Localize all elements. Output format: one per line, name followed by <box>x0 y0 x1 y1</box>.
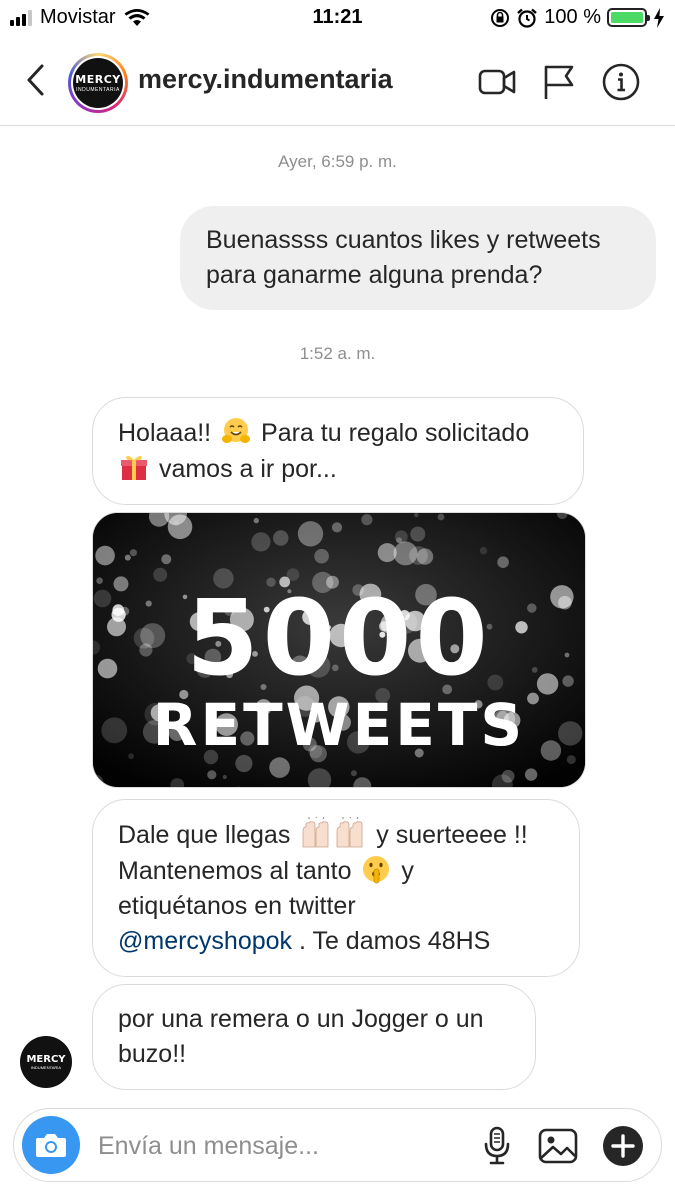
message-text: etiquétanos en twitter <box>118 892 356 920</box>
image-small-text: RETWEETS <box>152 691 526 759</box>
flag-icon[interactable] <box>539 62 579 102</box>
brand-logo: MERCY INDUMENTARIA <box>73 58 123 108</box>
shushing-face-emoji <box>363 856 390 884</box>
bokeh-dot <box>479 546 488 555</box>
bokeh-dot <box>129 549 137 557</box>
status-bar: Movistar 11:21 100 % <box>0 0 675 36</box>
bokeh-dot <box>414 513 419 518</box>
bokeh-dot <box>350 770 357 777</box>
bokeh-dot <box>524 768 538 781</box>
message-text: Dale que llegas <box>118 821 291 849</box>
message-text: Buenassss cuantos likes y retweets <box>206 226 601 254</box>
bokeh-dot <box>501 769 515 783</box>
message-text: y suerteeee !! <box>376 821 528 849</box>
image-big-text: 5000 <box>186 577 492 699</box>
bokeh-dot <box>361 514 373 526</box>
received-message[interactable]: Dale que llegas y suerteeee !! Mantenemo… <box>92 799 580 977</box>
gallery-icon[interactable] <box>537 1125 579 1167</box>
bokeh-dot <box>273 530 289 546</box>
message-text: para ganarme alguna prenda? <box>206 261 543 289</box>
battery-level <box>611 12 643 23</box>
message-text: por una remera o un Jogger o un <box>118 1005 484 1033</box>
message-text: y <box>401 857 414 885</box>
rotation-lock-icon <box>491 8 510 27</box>
hugging-face-emoji <box>222 418 251 443</box>
message-text: Mantenemos al tanto <box>118 857 352 885</box>
bokeh-dot <box>437 513 445 521</box>
message-text: buzo!! <box>118 1040 187 1068</box>
alarm-icon <box>517 8 538 28</box>
bokeh-dot <box>95 545 115 566</box>
sender-avatar[interactable]: MERCY INDUMENTARIA <box>20 1036 72 1088</box>
bokeh-dot <box>161 554 172 565</box>
message-text: . Te damos 48HS <box>299 927 491 955</box>
camera-icon <box>36 1134 66 1157</box>
back-arrow-icon[interactable] <box>22 62 52 98</box>
message-composer <box>13 1108 662 1182</box>
gift-emoji <box>121 455 147 480</box>
message-input[interactable] <box>98 1129 458 1163</box>
logo-subtext: INDUMENTARIA <box>30 1065 62 1070</box>
plus-icon[interactable] <box>602 1125 644 1167</box>
bokeh-dot <box>222 774 227 780</box>
bokeh-dot <box>297 521 324 547</box>
message-timestamp: 1:52 a. m. <box>299 344 376 363</box>
camera-button[interactable] <box>22 1116 80 1174</box>
logo-subtext: INDUMENTARIA <box>76 87 120 93</box>
message-text: vamos a ir por... <box>158 455 337 483</box>
charging-icon <box>654 7 664 28</box>
microphone-icon[interactable] <box>476 1125 518 1167</box>
sent-message[interactable]: Buenassss cuantos likes y retweets para … <box>180 206 656 310</box>
received-message[interactable]: Holaaa!! Para tu regalo solicitado vamos… <box>92 397 584 505</box>
battery-percent: 100 % <box>544 6 601 28</box>
info-icon[interactable] <box>601 62 641 102</box>
image-message[interactable]: 5000 RETWEETS <box>92 512 586 788</box>
bokeh-dot <box>497 556 509 568</box>
profile-avatar[interactable]: MERCY INDUMENTARIA <box>68 53 128 113</box>
bokeh-dot <box>124 554 131 561</box>
chat-header: MERCY INDUMENTARIA mercy.indumentaria <box>0 36 675 126</box>
bokeh-dot <box>410 526 426 542</box>
status-right: 100 % <box>490 6 665 29</box>
bokeh-dot <box>269 757 290 778</box>
bokeh-dot <box>253 517 259 524</box>
bokeh-dot <box>314 548 329 564</box>
mention-link[interactable]: @mercyshopok <box>118 927 292 955</box>
message-text: Holaaa!! <box>118 419 212 447</box>
video-call-icon[interactable] <box>477 62 517 102</box>
logo-text: MERCY <box>75 73 121 86</box>
message-text: Para tu regalo solicitado <box>261 419 530 447</box>
logo-text: MERCY <box>26 1054 66 1065</box>
message-timestamp: Ayer, 6:59 p. m. <box>278 152 397 171</box>
received-message[interactable]: por una remera o un Jogger o un buzo!! <box>92 984 536 1090</box>
chat-username[interactable]: mercy.indumentaria <box>138 64 393 95</box>
bokeh-dot <box>393 541 418 566</box>
bokeh-dot <box>331 522 343 533</box>
bokeh-dot <box>251 532 271 552</box>
raising-hands-emoji <box>302 817 363 848</box>
bokeh-dot <box>207 770 217 780</box>
battery-icon <box>607 8 650 27</box>
